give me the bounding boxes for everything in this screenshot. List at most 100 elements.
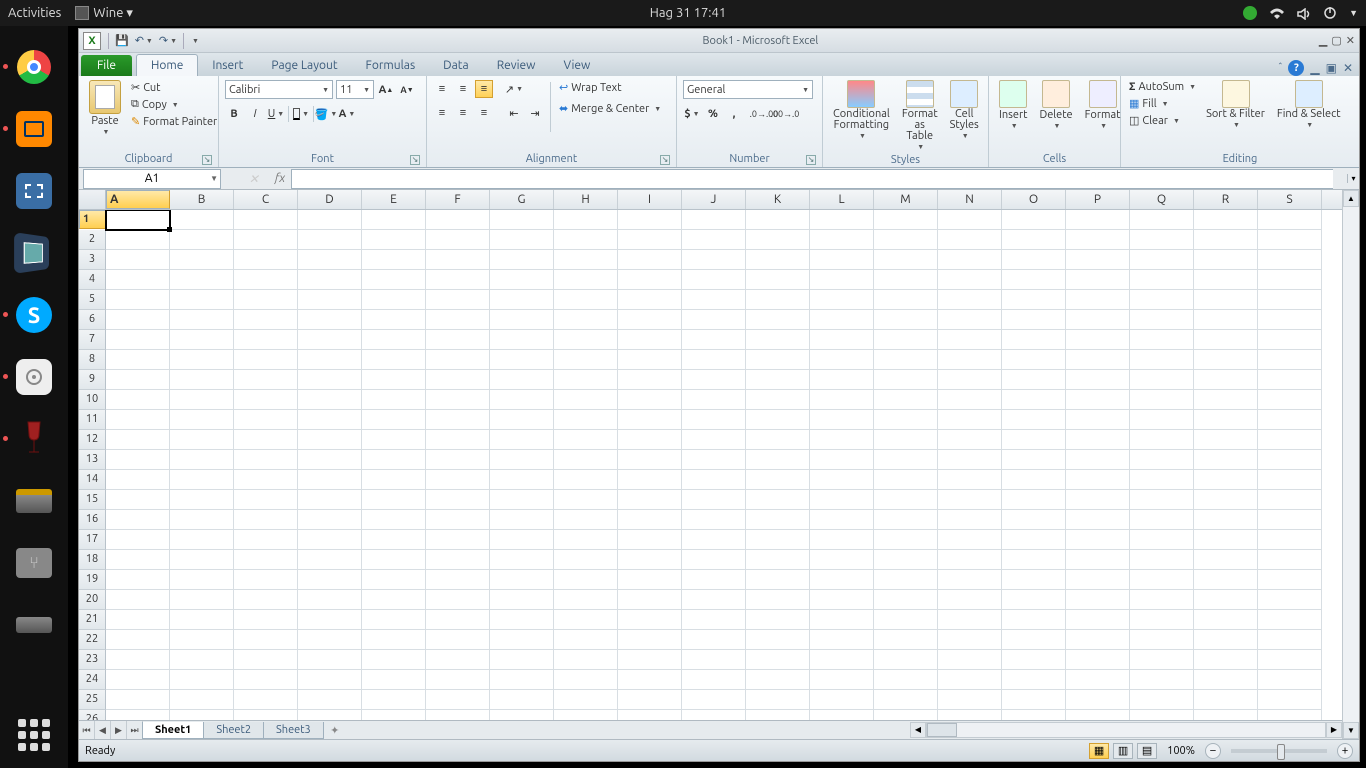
hscroll-left[interactable]: ◀ (910, 722, 926, 738)
font-color-button[interactable]: A▼ (338, 105, 356, 123)
cell-D5[interactable] (298, 290, 362, 310)
cell-C21[interactable] (234, 610, 298, 630)
cell-P10[interactable] (1066, 390, 1130, 410)
cell-L7[interactable] (810, 330, 874, 350)
view-normal[interactable]: ▦ (1089, 743, 1109, 759)
cell-F24[interactable] (426, 670, 490, 690)
cell-I19[interactable] (618, 570, 682, 590)
cell-K19[interactable] (746, 570, 810, 590)
cell-J18[interactable] (682, 550, 746, 570)
cell-D15[interactable] (298, 490, 362, 510)
cell-M21[interactable] (874, 610, 938, 630)
cell-M20[interactable] (874, 590, 938, 610)
cell-L3[interactable] (810, 250, 874, 270)
cell-M5[interactable] (874, 290, 938, 310)
cell-L24[interactable] (810, 670, 874, 690)
cell-K7[interactable] (746, 330, 810, 350)
cell-C17[interactable] (234, 530, 298, 550)
dock-chrome[interactable] (11, 44, 57, 90)
cell-P2[interactable] (1066, 230, 1130, 250)
alignment-dialog-launcher[interactable]: ↘ (660, 155, 670, 165)
cell-S20[interactable] (1258, 590, 1322, 610)
cell-S22[interactable] (1258, 630, 1322, 650)
cell-N23[interactable] (938, 650, 1002, 670)
cell-Q15[interactable] (1130, 490, 1194, 510)
cell-B10[interactable] (170, 390, 234, 410)
cell-M1[interactable] (874, 210, 938, 230)
cell-N21[interactable] (938, 610, 1002, 630)
dock-skype[interactable]: S (11, 292, 57, 338)
cell-K22[interactable] (746, 630, 810, 650)
cell-P1[interactable] (1066, 210, 1130, 230)
cell-G8[interactable] (490, 350, 554, 370)
font-size-select[interactable]: 11▼ (336, 80, 374, 99)
cell-J11[interactable] (682, 410, 746, 430)
row-header-10[interactable]: 10 (79, 390, 106, 410)
row-header-9[interactable]: 9 (79, 370, 106, 390)
cell-J25[interactable] (682, 690, 746, 710)
cell-S1[interactable] (1258, 210, 1322, 230)
cell-I16[interactable] (618, 510, 682, 530)
cell-I12[interactable] (618, 430, 682, 450)
cell-G6[interactable] (490, 310, 554, 330)
cell-I18[interactable] (618, 550, 682, 570)
underline-button[interactable]: U▼ (267, 105, 285, 123)
cell-D14[interactable] (298, 470, 362, 490)
cell-P9[interactable] (1066, 370, 1130, 390)
row-header-13[interactable]: 13 (79, 450, 106, 470)
activities-button[interactable]: Activities (8, 6, 61, 20)
cell-H3[interactable] (554, 250, 618, 270)
cell-Q6[interactable] (1130, 310, 1194, 330)
cell-P15[interactable] (1066, 490, 1130, 510)
cell-F7[interactable] (426, 330, 490, 350)
cell-S11[interactable] (1258, 410, 1322, 430)
find-select-button[interactable]: Find & Select▼ (1273, 78, 1345, 131)
cell-I4[interactable] (618, 270, 682, 290)
dock-usb[interactable]: ⑂ (11, 540, 57, 586)
cell-A18[interactable] (106, 550, 170, 570)
cell-R12[interactable] (1194, 430, 1258, 450)
align-left[interactable]: ≡ (433, 104, 451, 122)
cell-A14[interactable] (106, 470, 170, 490)
row-header-8[interactable]: 8 (79, 350, 106, 370)
cell-F6[interactable] (426, 310, 490, 330)
formula-input[interactable] (291, 169, 1333, 189)
cell-P12[interactable] (1066, 430, 1130, 450)
cell-E13[interactable] (362, 450, 426, 470)
cell-N22[interactable] (938, 630, 1002, 650)
cell-K23[interactable] (746, 650, 810, 670)
wrap-text-button[interactable]: ↩Wrap Text (557, 80, 663, 95)
cell-J1[interactable] (682, 210, 746, 230)
cell-J14[interactable] (682, 470, 746, 490)
cell-I22[interactable] (618, 630, 682, 650)
cell-R8[interactable] (1194, 350, 1258, 370)
cell-S16[interactable] (1258, 510, 1322, 530)
cell-Q20[interactable] (1130, 590, 1194, 610)
wine-menu[interactable]: Wine ▾ (75, 6, 133, 21)
cell-Q16[interactable] (1130, 510, 1194, 530)
format-cells-button[interactable]: Format▼ (1081, 78, 1125, 132)
cell-R2[interactable] (1194, 230, 1258, 250)
cell-S21[interactable] (1258, 610, 1322, 630)
cell-I24[interactable] (618, 670, 682, 690)
merge-center-button[interactable]: ⬌Merge & Center▼ (557, 101, 663, 116)
cell-G2[interactable] (490, 230, 554, 250)
column-header-I[interactable]: I (618, 190, 682, 209)
cell-B22[interactable] (170, 630, 234, 650)
cell-L10[interactable] (810, 390, 874, 410)
cell-E15[interactable] (362, 490, 426, 510)
cell-K15[interactable] (746, 490, 810, 510)
row-header-19[interactable]: 19 (79, 570, 106, 590)
insert-sheet-button[interactable]: ✦ (324, 724, 346, 737)
row-header-26[interactable]: 26 (79, 710, 106, 720)
cell-P4[interactable] (1066, 270, 1130, 290)
cell-R20[interactable] (1194, 590, 1258, 610)
volume-icon[interactable] (1297, 6, 1311, 20)
cell-R11[interactable] (1194, 410, 1258, 430)
tab-review[interactable]: Review (483, 55, 550, 76)
cell-D17[interactable] (298, 530, 362, 550)
cell-E4[interactable] (362, 270, 426, 290)
zoom-out[interactable]: − (1205, 743, 1221, 759)
cell-F19[interactable] (426, 570, 490, 590)
tab-data[interactable]: Data (429, 55, 483, 76)
